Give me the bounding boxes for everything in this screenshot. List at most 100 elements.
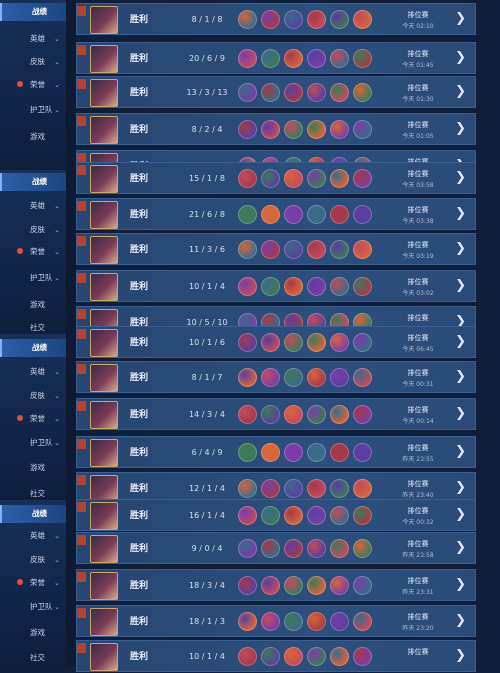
sidebar-item[interactable]: 英雄 ⌄ <box>0 363 66 381</box>
result-label: 胜利 <box>130 511 149 521</box>
sidebar-item[interactable]: 皮肤 ⌄ <box>0 387 66 405</box>
sidebar-item[interactable]: 荣誉 ⌄ <box>0 410 66 428</box>
sidebar-item[interactable]: 英雄 ⌄ <box>0 30 66 48</box>
item-icon <box>353 277 372 296</box>
sidebar-item[interactable]: 荣誉 ⌄ <box>0 574 66 592</box>
mvp-badge-icon <box>77 309 86 319</box>
kda-score: 6 / 4 / 9 <box>191 448 223 457</box>
game-mode: 排位赛 <box>407 648 429 656</box>
mvp-badge-icon <box>77 572 86 582</box>
chevron-right-icon[interactable]: ❯ <box>455 50 466 66</box>
sidebar-item[interactable]: 英雄 ⌄ <box>0 197 66 215</box>
game-mode: 排位赛 <box>407 121 429 129</box>
sidebar-item-label: 护卫队 <box>30 273 53 282</box>
match-row[interactable]: 胜利 16 / 1 / 4 排位赛 今天 00:32 ❯ <box>76 499 476 531</box>
sidebar-item[interactable]: 游戏 <box>0 296 66 314</box>
match-row[interactable]: 胜利 15 / 1 / 8 排位赛 今天 03:58 ❯ <box>76 162 476 194</box>
match-row[interactable]: 胜利 18 / 3 / 4 排位赛 昨天 23:31 ❯ <box>76 569 476 601</box>
match-row[interactable]: 胜利 21 / 6 / 8 排位赛 今天 03:38 ❯ <box>76 198 476 230</box>
sidebar-item[interactable]: 社交 <box>0 485 66 500</box>
chevron-right-icon[interactable]: ❯ <box>455 241 466 257</box>
game-mode: 排位赛 <box>407 241 429 249</box>
match-row[interactable]: 胜利 10 / 1 / 4 排位赛 ❯ <box>76 640 476 672</box>
chevron-right-icon[interactable]: ❯ <box>455 170 466 186</box>
sidebar-item[interactable]: 荣誉 ⌄ <box>0 243 66 261</box>
item-icon <box>353 368 372 387</box>
item-icon <box>284 368 303 387</box>
chevron-right-icon[interactable]: ❯ <box>455 507 466 523</box>
match-row[interactable]: 胜利 8 / 1 / 8 排位赛 今天 02:10 ❯ <box>76 3 476 35</box>
sidebar-item[interactable]: 护卫队 ⌄ <box>0 434 66 452</box>
game-mode: 排位赛 <box>407 507 429 515</box>
sidebar-item[interactable]: 战绩 <box>0 505 66 523</box>
kda-score: 8 / 1 / 7 <box>191 373 223 382</box>
sidebar-item[interactable]: 游戏 <box>0 459 66 477</box>
sidebar-item[interactable]: 护卫队 ⌄ <box>0 598 66 616</box>
sidebar-item[interactable]: 皮肤 ⌄ <box>0 53 66 71</box>
sidebar-item[interactable]: 游戏 <box>0 624 66 642</box>
chevron-right-icon[interactable]: ❯ <box>455 369 466 385</box>
chevron-right-icon[interactable]: ❯ <box>455 84 466 100</box>
sidebar-item[interactable]: 英雄 ⌄ <box>0 527 66 545</box>
match-row[interactable]: 胜利 8 / 2 / 4 排位赛 今天 01:05 ❯ <box>76 113 476 145</box>
chevron-right-icon[interactable]: ❯ <box>455 480 466 496</box>
match-row[interactable]: 胜利 9 / 0 / 4 排位赛 昨天 23:58 ❯ <box>76 532 476 564</box>
result-label: 胜利 <box>130 544 149 554</box>
hero-avatar-icon <box>90 364 118 392</box>
chevron-right-icon[interactable]: ❯ <box>455 613 466 629</box>
match-row[interactable]: 胜利 8 / 1 / 7 排位赛 今天 00:31 ❯ <box>76 361 476 393</box>
match-row[interactable]: 胜利 6 / 4 / 9 排位赛 昨天 23:55 ❯ <box>76 436 476 468</box>
chevron-down-icon: ⌄ <box>54 81 60 89</box>
sidebar-item[interactable]: 社交 <box>0 319 66 334</box>
sidebar-item[interactable]: 战绩 <box>0 339 66 357</box>
sidebar-item[interactable]: 皮肤 ⌄ <box>0 221 66 239</box>
sidebar-item[interactable]: 荣誉 ⌄ <box>0 76 66 94</box>
mvp-badge-icon <box>77 608 86 618</box>
item-icon <box>284 576 303 595</box>
item-icon <box>353 405 372 424</box>
item-icon <box>261 479 280 498</box>
chevron-down-icon: ⌄ <box>54 532 60 540</box>
item-icon <box>353 333 372 352</box>
item-icon <box>307 539 326 558</box>
sidebar-item[interactable]: 护卫队 ⌄ <box>0 269 66 287</box>
sidebar-item[interactable]: 皮肤 ⌄ <box>0 551 66 569</box>
chevron-right-icon[interactable]: ❯ <box>455 648 466 664</box>
chevron-right-icon[interactable]: ❯ <box>455 121 466 137</box>
chevron-right-icon[interactable]: ❯ <box>455 11 466 27</box>
match-row[interactable]: 胜利 10 / 1 / 6 排位赛 今天 06:45 ❯ <box>76 326 476 358</box>
match-row[interactable]: 胜利 13 / 3 / 13 排位赛 今天 01:30 ❯ <box>76 76 476 108</box>
chevron-right-icon[interactable]: ❯ <box>455 278 466 294</box>
sidebar-item-label: 荣誉 <box>30 414 45 423</box>
kda-score: 21 / 6 / 8 <box>189 210 225 219</box>
kda-score: 9 / 0 / 4 <box>191 544 223 553</box>
item-icon <box>353 169 372 188</box>
item-icon <box>330 506 349 525</box>
hero-avatar-icon <box>90 502 118 530</box>
match-row[interactable]: 胜利 14 / 3 / 4 排位赛 今天 00:14 ❯ <box>76 398 476 430</box>
chevron-right-icon[interactable]: ❯ <box>455 334 466 350</box>
chevron-right-icon[interactable]: ❯ <box>455 577 466 593</box>
item-icon <box>330 539 349 558</box>
item-icon <box>284 539 303 558</box>
chevron-right-icon[interactable]: ❯ <box>455 406 466 422</box>
sidebar-item[interactable]: 游戏 <box>0 128 66 146</box>
kda-score: 13 / 3 / 13 <box>186 88 228 97</box>
match-row[interactable]: 胜利 10 / 1 / 4 排位赛 今天 03:02 ❯ <box>76 270 476 302</box>
kda-score: 16 / 1 / 4 <box>189 511 225 520</box>
kda-score: 10 / 1 / 4 <box>189 652 225 661</box>
item-icon <box>307 333 326 352</box>
match-row[interactable]: 胜利 20 / 6 / 9 排位赛 今天 01:45 ❯ <box>76 42 476 74</box>
sidebar-item[interactable]: 战绩 <box>0 173 66 191</box>
chevron-right-icon[interactable]: ❯ <box>455 540 466 556</box>
hero-avatar-icon <box>90 643 118 671</box>
match-row[interactable]: 胜利 18 / 1 / 3 排位赛 昨天 23:20 ❯ <box>76 605 476 637</box>
match-row[interactable]: 胜利 11 / 3 / 6 排位赛 今天 03:19 ❯ <box>76 233 476 265</box>
sidebar-item[interactable]: 社交 <box>0 649 66 666</box>
sidebar-item[interactable]: 护卫队 ⌄ <box>0 101 66 119</box>
match-time: 今天 01:05 <box>402 133 434 140</box>
chevron-right-icon[interactable]: ❯ <box>455 444 466 460</box>
chevron-down-icon: ⌄ <box>54 439 60 447</box>
chevron-right-icon[interactable]: ❯ <box>455 206 466 222</box>
sidebar-item[interactable]: 战绩 <box>0 3 66 21</box>
